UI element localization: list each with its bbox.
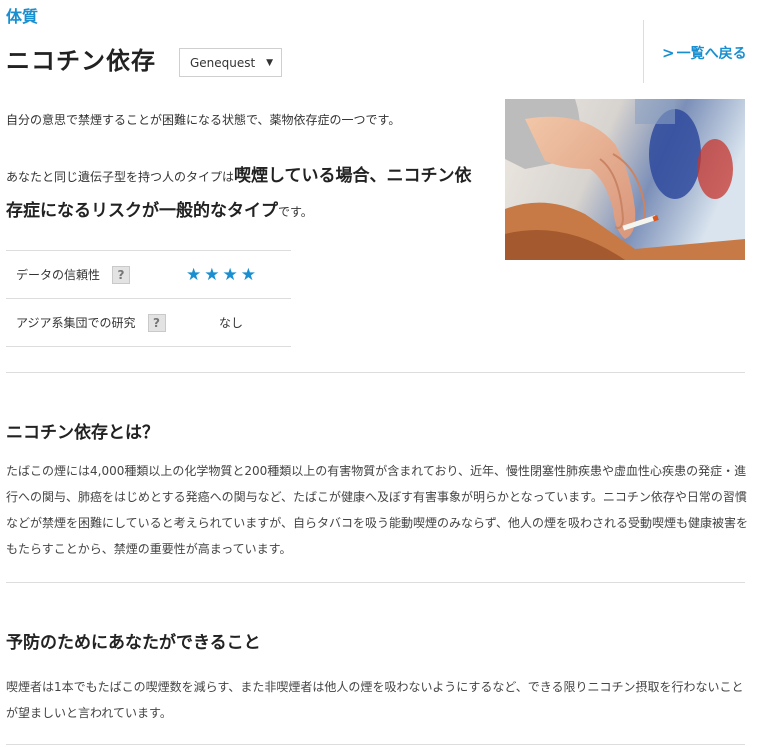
asia-study-value: なし xyxy=(219,316,244,330)
caret-down-icon: ▼ xyxy=(266,57,273,68)
result-statement: あなたと同じ遺伝子型を持つ人のタイプは喫煙している場合、ニコチン依存症になるリス… xyxy=(6,159,486,229)
asia-study-row: アジア系集団での研究 ? なし xyxy=(6,298,291,347)
section-divider xyxy=(6,744,745,745)
question-icon[interactable]: ? xyxy=(112,265,131,284)
info-table: データの信頼性 ? ★★★★ アジア系集団での研究 ? なし xyxy=(6,250,291,347)
result-prefix: あなたと同じ遺伝子型を持つ人のタイプは xyxy=(6,170,235,184)
section-heading: 予防のためにあなたができること xyxy=(6,633,261,653)
chevron-right-icon: > xyxy=(662,44,675,62)
page-title: ニコチン依存 xyxy=(6,47,156,75)
trait-description: 自分の意思で禁煙することが困難になる状態で、薬物依存症の一つです。 xyxy=(6,113,401,127)
reliability-stars: ★★★★ xyxy=(186,264,259,285)
reliability-row: データの信頼性 ? ★★★★ xyxy=(6,250,291,298)
reliability-label: データの信頼性 xyxy=(16,268,101,282)
category-label: 体質 xyxy=(6,7,39,26)
smoking-hand-photo xyxy=(505,99,745,260)
section-divider xyxy=(6,372,745,373)
back-to-list-link[interactable]: > 一覧へ戻る xyxy=(662,43,747,63)
section-heading: ニコチン依存とは？ xyxy=(6,423,159,443)
source-select-value: Genequest xyxy=(190,55,256,70)
header-divider xyxy=(643,20,644,83)
question-icon[interactable]: ? xyxy=(147,313,166,332)
back-link-label: 一覧へ戻る xyxy=(676,46,747,62)
section-body: 喫煙者は1本でもたばこの喫煙数を減らす、また非喫煙者は他人の煙を吸わないようにす… xyxy=(6,680,744,720)
result-suffix: です。 xyxy=(278,205,313,219)
source-select[interactable]: Genequest ▼ xyxy=(179,48,282,77)
asia-study-label: アジア系集団での研究 xyxy=(16,316,136,330)
section-divider xyxy=(6,582,745,583)
section-body: たばこの煙には4,000種類以上の化学物質と200種類以上の有害物質が含まれてお… xyxy=(6,464,748,556)
